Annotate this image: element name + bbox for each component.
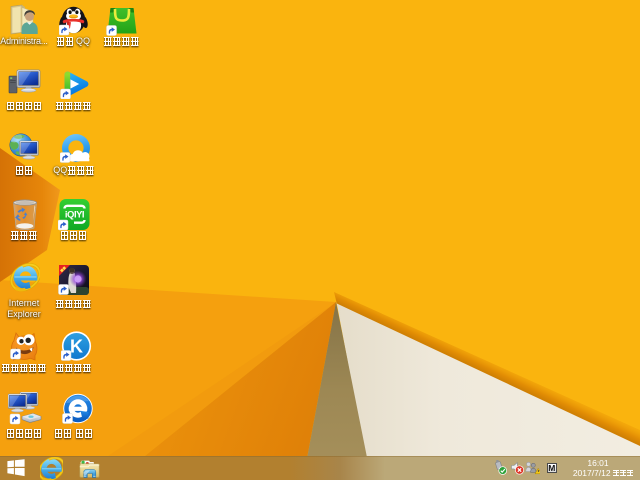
svg-text:K: K: [70, 337, 83, 357]
svg-text:iQIYI: iQIYI: [65, 210, 84, 221]
